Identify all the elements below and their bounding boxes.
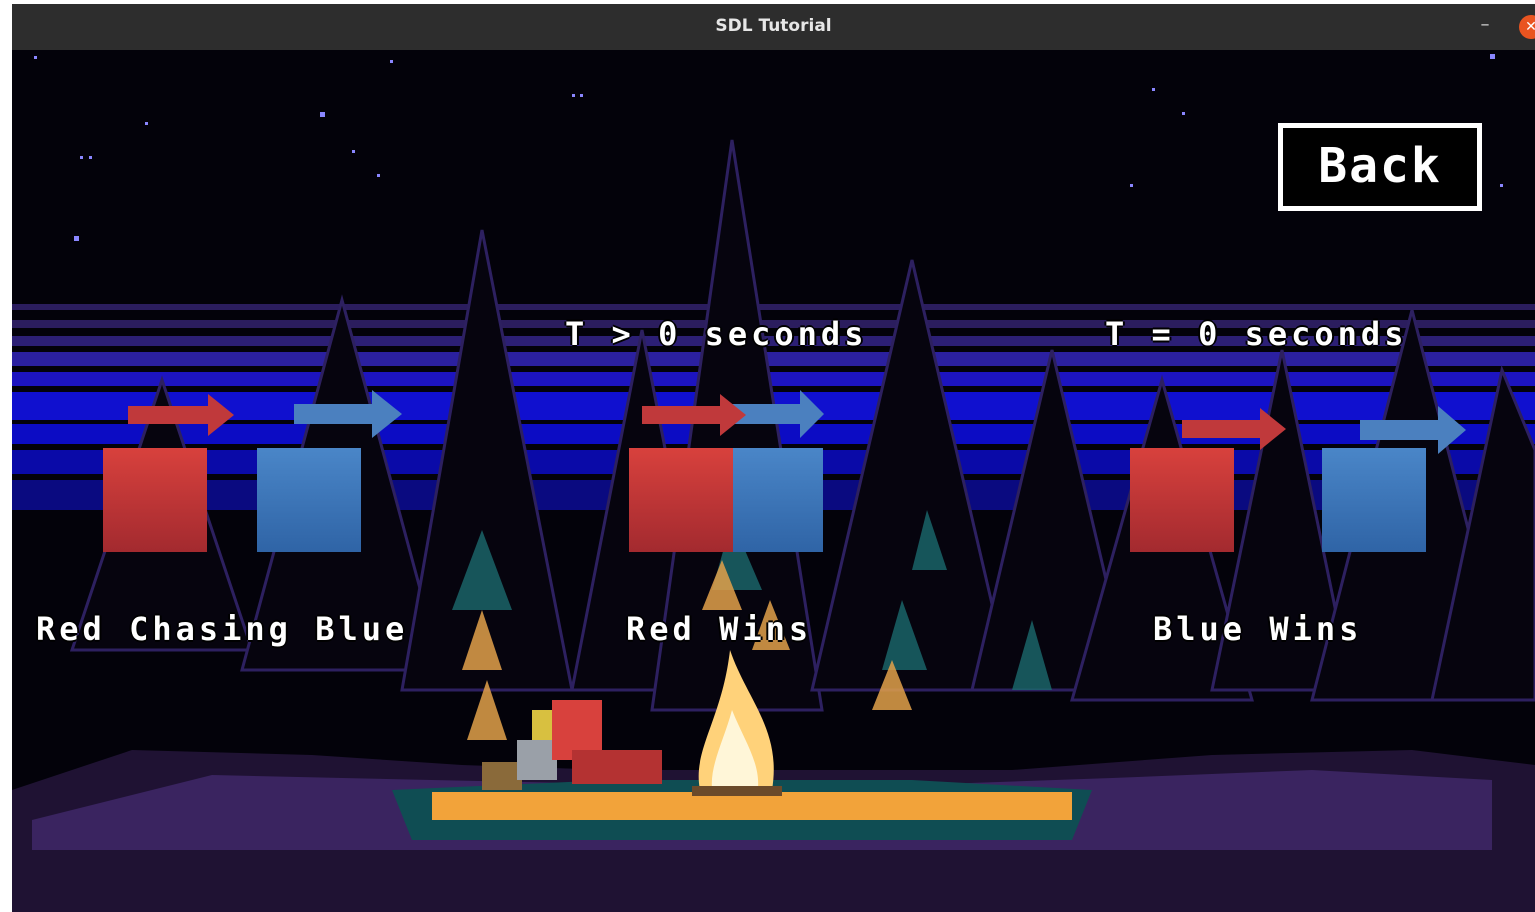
panel-3-caption: Blue Wins bbox=[1153, 610, 1363, 648]
panel-2-red-box bbox=[629, 448, 733, 552]
panel-2-caption: Red Wins bbox=[626, 610, 813, 648]
game-window: SDL Tutorial – ✕ Back T > 0 seconds T = … bbox=[12, 4, 1535, 912]
panel-3-red-box bbox=[1130, 448, 1234, 552]
panel-3-blue-box bbox=[1322, 448, 1426, 552]
back-button[interactable]: Back bbox=[1278, 123, 1482, 211]
window-title: SDL Tutorial bbox=[715, 16, 832, 36]
game-scene: Back T > 0 seconds T = 0 seconds Red Cha… bbox=[12, 50, 1535, 912]
minimize-icon[interactable]: – bbox=[1475, 16, 1495, 36]
panel-1-red-box bbox=[103, 448, 207, 552]
panel-1-blue-box bbox=[257, 448, 361, 552]
title-bar[interactable]: SDL Tutorial – ✕ bbox=[12, 4, 1535, 51]
panel-2-time-label: T > 0 seconds bbox=[565, 315, 868, 353]
panel-1-caption: Red Chasing Blue bbox=[36, 610, 409, 648]
panel-3-time-label: T = 0 seconds bbox=[1105, 315, 1408, 353]
panel-2-blue-box bbox=[733, 448, 823, 552]
campfire-ground-glow bbox=[432, 792, 1072, 820]
